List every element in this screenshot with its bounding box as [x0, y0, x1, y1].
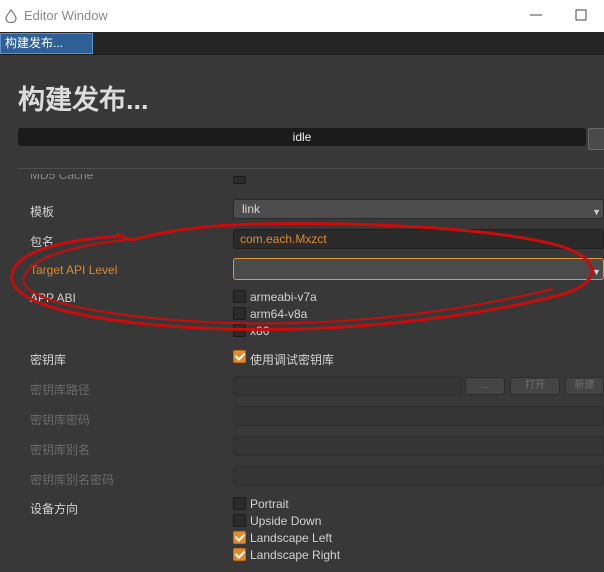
page-title: 构建发布... [18, 85, 149, 115]
abi-label-armeabi-v7a: armeabi-v7a [250, 290, 317, 304]
chevron-down-icon: ▼ [592, 267, 601, 277]
abi-label-arm64-v8a: arm64-v8a [250, 307, 308, 321]
window-title: Editor Window [24, 8, 108, 23]
orientation-checkbox-portrait[interactable] [233, 497, 246, 510]
package-input[interactable]: com.each.Mxzct [233, 229, 604, 249]
orientation-checkbox-landscape-right[interactable] [233, 548, 246, 561]
open-button[interactable]: 打开 [510, 377, 560, 395]
new-button[interactable]: 新建 [565, 377, 604, 395]
target-api-dropdown[interactable]: ▼ [233, 258, 604, 280]
keystore-password-input[interactable] [233, 406, 604, 426]
abi-checkbox-x86[interactable] [233, 324, 246, 337]
app-icon [5, 9, 17, 23]
orientation-checkbox-upside-down[interactable] [233, 514, 246, 527]
target-api-label: Target API Level [30, 263, 118, 277]
orientation-label-upside-down: Upside Down [250, 514, 322, 528]
keystore-password-label: 密钥库密码 [30, 413, 91, 427]
keystore-path-label: 密钥库路径 [30, 383, 91, 397]
divider [18, 168, 604, 169]
alias-input[interactable] [233, 436, 604, 456]
status-bar: idle [18, 128, 586, 146]
abi-checkbox-armeabi-v7a[interactable] [233, 290, 246, 303]
alias-password-input[interactable] [233, 466, 604, 486]
orientation-checkbox-landscape-left[interactable] [233, 531, 246, 544]
minimize-icon[interactable] [527, 6, 545, 24]
template-value: link [242, 202, 261, 216]
abi-checkbox-arm64-v8a[interactable] [233, 307, 246, 320]
partial-row-label: MD5 Cache [30, 174, 94, 182]
orientation-label-portrait: Portrait [250, 497, 289, 511]
tab-strip: 构建发布... [0, 32, 604, 55]
tab-build-publish[interactable]: 构建发布... [0, 33, 93, 54]
app-abi-label: APP ABI [30, 291, 76, 305]
browse-button[interactable]: ... [465, 377, 505, 395]
use-debug-keystore-checkbox[interactable] [233, 350, 246, 363]
orientation-label-landscape-right: Landscape Right [250, 548, 341, 562]
keystore-label: 密钥库 [30, 353, 67, 367]
partial-row-checkbox[interactable] [233, 176, 246, 184]
alias-label: 密钥库别名 [30, 443, 91, 457]
alias-password-label: 密钥库别名密码 [30, 473, 115, 487]
package-label: 包名 [30, 235, 55, 249]
abi-label-x86: x86 [250, 324, 270, 338]
status-side-button[interactable] [588, 128, 604, 150]
keystore-path-input[interactable] [233, 376, 462, 396]
use-debug-keystore-label: 使用调试密钥库 [250, 353, 335, 367]
orientation-label: 设备方向 [30, 502, 79, 516]
window-titlebar: Editor Window [0, 0, 604, 32]
orientation-label-landscape-left: Landscape Left [250, 531, 333, 545]
template-dropdown[interactable]: link ▼ [233, 199, 604, 219]
maximize-icon[interactable] [572, 6, 590, 24]
chevron-down-icon: ▼ [592, 207, 601, 217]
template-label: 模板 [30, 205, 55, 219]
